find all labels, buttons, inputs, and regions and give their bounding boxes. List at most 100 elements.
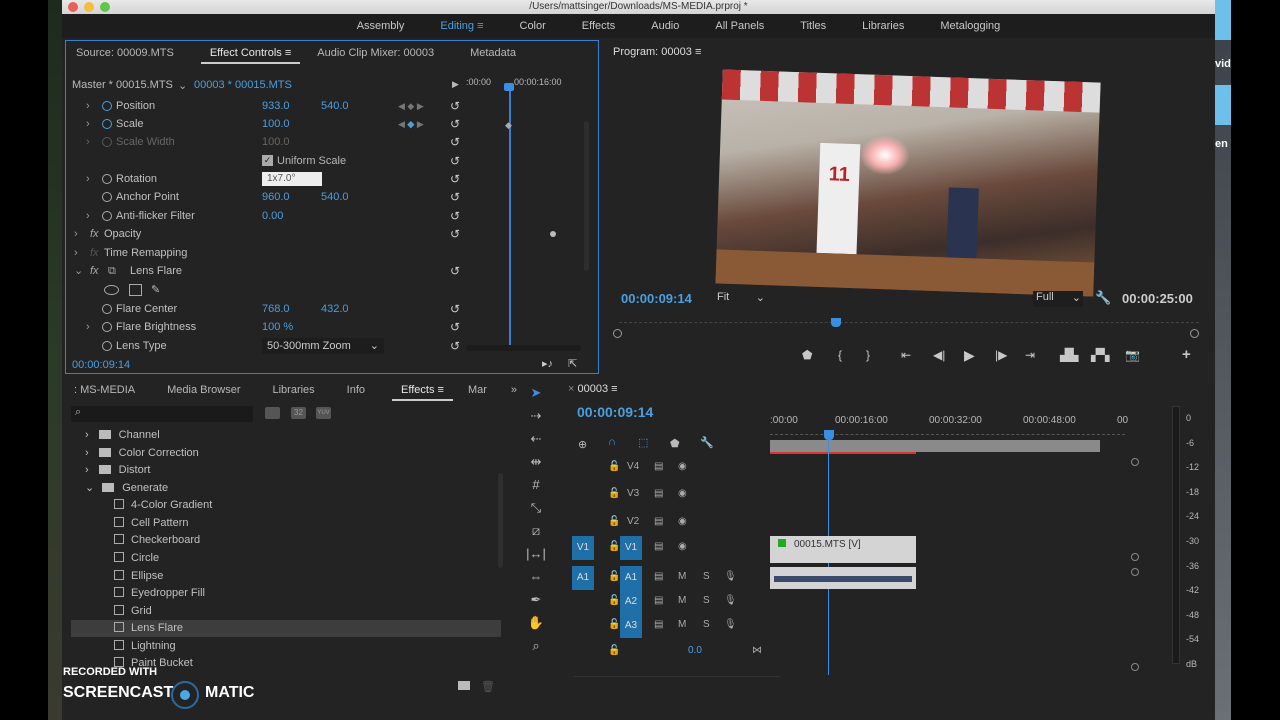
lock-icon[interactable]: 🔓 xyxy=(608,541,620,552)
effect-item[interactable]: Lightning xyxy=(71,638,501,655)
workspace-audio[interactable]: Audio xyxy=(633,14,697,38)
position-x[interactable]: 933.0 xyxy=(262,97,290,115)
uniform-scale-checkbox[interactable]: ✓ xyxy=(262,155,273,166)
trash-icon[interactable]: 🗑 xyxy=(481,680,495,693)
scroll-handle[interactable] xyxy=(1131,663,1139,671)
effect-opacity[interactable]: › fx Opacity ↺ xyxy=(66,225,466,243)
sync-icon[interactable]: ▤ xyxy=(654,461,663,472)
rolling-edit-icon[interactable]: # xyxy=(522,477,550,500)
microphone-icon[interactable]: 🎙 xyxy=(724,595,737,606)
video-frame[interactable]: 11 xyxy=(715,69,1101,297)
sync-icon[interactable]: ▤ xyxy=(654,516,663,527)
mark-out-button[interactable]: } xyxy=(866,348,870,362)
program-timecode[interactable]: 00:00:09:14 xyxy=(621,291,692,306)
sequence-tab[interactable]: 00003 xyxy=(578,383,609,395)
source-patch-v1[interactable]: V1 xyxy=(572,536,594,560)
scroll-handle[interactable] xyxy=(1131,458,1139,466)
track-target-a2[interactable]: A2 xyxy=(620,590,642,614)
tab-info[interactable]: Info xyxy=(338,384,374,396)
workspace-libraries[interactable]: Libraries xyxy=(844,14,922,38)
master-volume[interactable]: 0.0 xyxy=(688,645,702,656)
32bit-effects-icon[interactable]: 32 xyxy=(291,407,306,419)
scroll-handle[interactable] xyxy=(1131,553,1139,561)
tab-project[interactable]: : MS-MEDIA xyxy=(65,384,144,396)
slip-icon[interactable]: |↔| xyxy=(522,546,550,569)
mark-in-button[interactable]: { xyxy=(838,348,842,362)
eye-icon[interactable]: ◉ xyxy=(678,516,687,527)
fx-icon[interactable]: fx xyxy=(90,262,99,280)
workspace-titles[interactable]: Titles xyxy=(782,14,844,38)
close-window-button[interactable] xyxy=(68,2,78,12)
razor-icon[interactable]: ⧄ xyxy=(522,523,550,546)
workspace-effects[interactable]: Effects xyxy=(564,14,633,38)
reset-icon[interactable]: ↺ xyxy=(450,262,460,280)
effect-controls-timecode[interactable]: 00:00:09:14 xyxy=(72,359,130,371)
slide-icon[interactable]: ⇔ xyxy=(522,569,550,592)
tab-effect-controls[interactable]: Effect Controls ≡ xyxy=(200,47,301,64)
lock-icon[interactable]: 🔓 xyxy=(608,645,620,656)
mute-button[interactable]: M xyxy=(678,595,686,606)
menu-icon[interactable]: ≡ xyxy=(477,20,483,32)
go-to-out-button[interactable]: ⇥ xyxy=(1025,348,1035,362)
reset-icon[interactable]: ↺ xyxy=(450,115,460,133)
add-marker-button[interactable]: ⬟ xyxy=(802,348,812,362)
sync-icon[interactable]: ▤ xyxy=(654,619,663,630)
stopwatch-icon[interactable] xyxy=(102,341,112,351)
program-playhead[interactable] xyxy=(831,318,841,327)
lens-type-dropdown[interactable]: 50-300mm Zoom ⌄ xyxy=(262,338,384,354)
effect-item[interactable]: Cell Pattern xyxy=(71,515,501,532)
selection-tool-icon[interactable]: ➤ xyxy=(522,385,550,408)
chevron-down-icon[interactable]: ⌄ xyxy=(178,79,187,92)
lock-icon[interactable]: 🔓 xyxy=(608,571,620,582)
track-select-backward-icon[interactable]: ⇠ xyxy=(522,431,550,454)
stopwatch-icon[interactable] xyxy=(102,174,112,184)
tab-effects[interactable]: Effects ≡ xyxy=(392,384,453,401)
track-target-a3[interactable]: A3 xyxy=(620,614,642,638)
effects-search-input[interactable]: ⌕ xyxy=(71,406,253,422)
tab-libraries[interactable]: Libraries xyxy=(263,384,323,396)
go-to-in-button[interactable]: ⇤ xyxy=(901,348,911,362)
track-target-a1[interactable]: A1 xyxy=(620,566,642,590)
scale-value[interactable]: 100.0 xyxy=(262,115,290,133)
stopwatch-icon[interactable] xyxy=(102,192,112,202)
pen-icon[interactable]: ✒ xyxy=(522,592,550,615)
anti-flicker-value[interactable]: 0.00 xyxy=(262,207,283,225)
play-button[interactable]: ▶ xyxy=(964,347,975,364)
program-scrollbar[interactable] xyxy=(613,329,1199,339)
close-tab-icon[interactable]: × xyxy=(568,383,574,395)
track-target-v1[interactable]: V1 xyxy=(620,536,642,560)
scrollbar[interactable] xyxy=(584,121,589,271)
reset-icon[interactable]: ↺ xyxy=(450,152,460,170)
lock-icon[interactable]: 🔓 xyxy=(608,488,620,499)
workspace-color[interactable]: Color xyxy=(502,14,564,38)
source-patch-a1[interactable]: A1 xyxy=(572,566,594,590)
new-bin-icon[interactable] xyxy=(458,681,470,690)
play-audio-icon[interactable]: ▶ xyxy=(452,79,459,90)
effect-item[interactable]: 4-Color Gradient xyxy=(71,497,501,514)
effect-time-remapping[interactable]: › fx Time Remapping xyxy=(66,244,466,262)
sync-icon[interactable]: ▤ xyxy=(654,571,663,582)
fx-icon[interactable]: fx xyxy=(90,225,99,243)
zoom-scrollbar[interactable] xyxy=(466,345,581,351)
reset-icon[interactable]: ↺ xyxy=(450,188,460,206)
ripple-edit-icon[interactable]: ⇹ xyxy=(522,454,550,477)
flare-center-y[interactable]: 432.0 xyxy=(321,300,349,318)
tab-audio-clip-mixer[interactable]: Audio Clip Mixer: 00003 xyxy=(308,47,443,59)
reset-icon[interactable]: ↺ xyxy=(450,225,460,243)
tab-media-browser[interactable]: Media Browser xyxy=(158,384,249,396)
stopwatch-icon[interactable] xyxy=(102,101,112,111)
sync-icon[interactable]: ▤ xyxy=(654,595,663,606)
position-y[interactable]: 540.0 xyxy=(321,97,349,115)
folder-generate[interactable]: ⌄ Generate xyxy=(71,480,501,497)
ellipse-mask-icon[interactable] xyxy=(104,285,119,295)
effect-lens-flare[interactable]: ⌄ fx ⧉ Lens Flare ↺ xyxy=(66,262,466,280)
mute-button[interactable]: M xyxy=(678,571,686,582)
accelerated-effects-icon[interactable] xyxy=(265,407,280,419)
anchor-y[interactable]: 540.0 xyxy=(321,188,349,206)
timeline-playhead-handle[interactable] xyxy=(824,430,834,440)
audio-clip[interactable] xyxy=(770,567,916,589)
reset-icon[interactable]: ↺ xyxy=(450,97,460,115)
menu-icon[interactable]: ≡ xyxy=(695,46,701,58)
keyframe-icon[interactable]: ◆ xyxy=(505,120,512,131)
step-forward-button[interactable]: |▶ xyxy=(995,348,1007,362)
